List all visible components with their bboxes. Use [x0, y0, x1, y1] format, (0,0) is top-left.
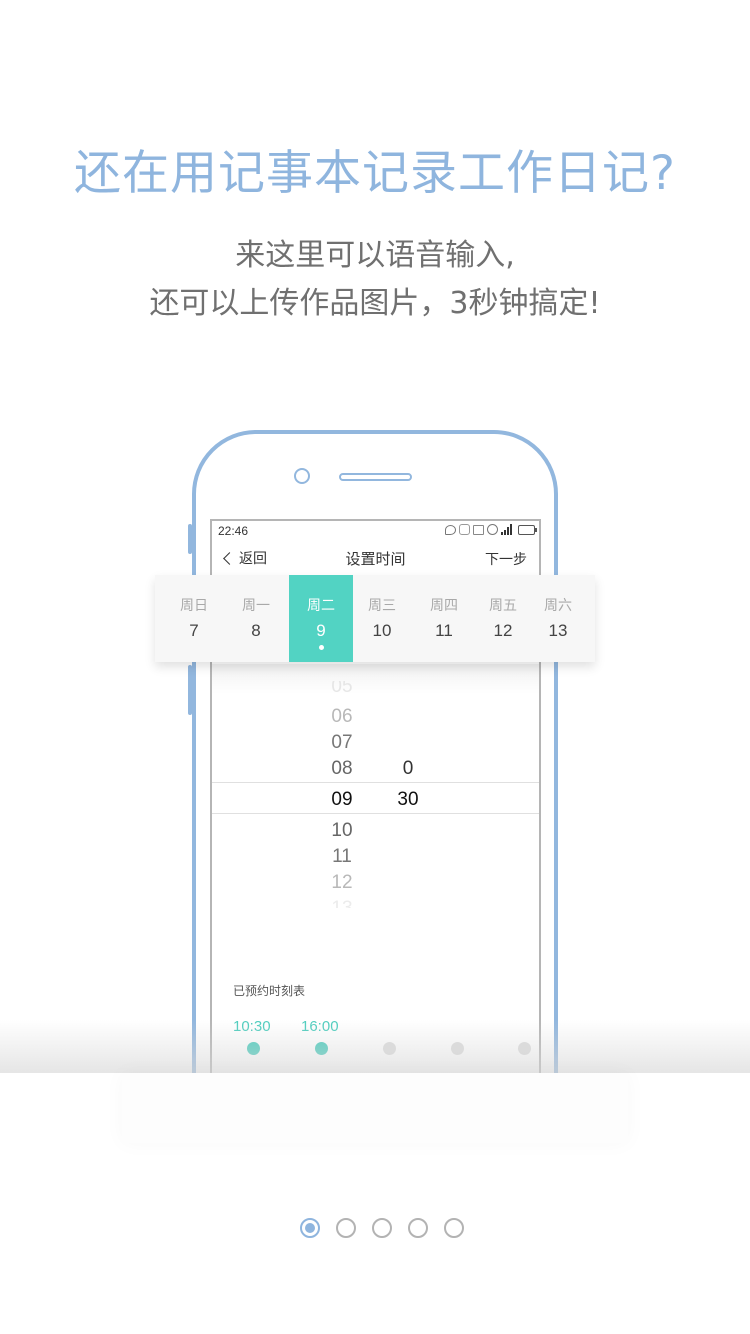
slot-time: 16:00 [301, 1018, 339, 1035]
slot-dot-empty[interactable] [382, 1042, 396, 1055]
slot-dot-booked[interactable] [246, 1042, 260, 1055]
hour-option[interactable]: 06 [312, 704, 372, 730]
page-dot-3[interactable] [372, 1218, 392, 1238]
selection-line-bottom [212, 813, 539, 814]
subtitle-line-1: 来这里可以语音输入, [235, 238, 515, 273]
page-indicator [300, 1218, 464, 1238]
bottom-cover [0, 1073, 750, 1203]
day-7[interactable]: 周日 7 [163, 575, 225, 662]
hour-option[interactable]: 13 [312, 896, 372, 908]
page-dot-2[interactable] [336, 1218, 356, 1238]
app-grid-icon [459, 524, 470, 535]
battery-icon [518, 524, 537, 535]
selected-day-dot [318, 645, 324, 650]
image-icon [473, 524, 484, 535]
date-label: 11 [435, 621, 453, 640]
date-label: 13 [548, 621, 568, 640]
day-11[interactable]: 周四 11 [413, 575, 475, 662]
weekday-label: 周六 [544, 598, 572, 614]
page-dot-1[interactable] [300, 1218, 320, 1238]
hour-option[interactable]: 12 [312, 870, 372, 896]
date-label: 7 [189, 621, 199, 640]
day-8[interactable]: 周一 8 [225, 575, 287, 662]
page-dot-4[interactable] [408, 1218, 428, 1238]
selected-minute[interactable]: 30 [378, 787, 438, 813]
date-label: 12 [493, 621, 513, 640]
weekday-label: 周日 [180, 598, 208, 614]
qq-icon [487, 524, 498, 535]
selection-line-top [212, 782, 539, 783]
hour-option[interactable]: 08 [312, 756, 372, 782]
day-9[interactable]: 周二 9 [289, 575, 353, 662]
selected-hour[interactable]: 09 [312, 787, 372, 813]
slot-dot-empty[interactable] [517, 1042, 531, 1055]
date-label: 9 [316, 621, 326, 640]
signal-icon [501, 524, 515, 535]
status-icons [445, 524, 537, 535]
weekday-label: 周四 [430, 598, 458, 614]
day-12[interactable]: 周五 12 [472, 575, 534, 662]
hour-option[interactable]: 05 [312, 681, 372, 693]
hour-option[interactable]: 07 [312, 730, 372, 756]
nav-bar: 返回 设置时间 下一步 [212, 543, 539, 575]
date-label: 10 [372, 621, 392, 640]
hour-option[interactable]: 11 [312, 844, 372, 870]
bottom-card [122, 1073, 628, 1143]
headline: 还在用记事本记录工作日记? [74, 146, 676, 201]
weekday-label: 周三 [368, 598, 396, 614]
date-label: 8 [251, 621, 261, 640]
schedule-label: 已预约时刻表 [233, 984, 306, 998]
slot-dot-booked[interactable] [314, 1042, 328, 1055]
weekday-label: 周一 [242, 598, 270, 614]
weekday-label: 周二 [307, 598, 335, 614]
picker-top-fade [212, 664, 539, 694]
day-13[interactable]: 周六 13 [527, 575, 589, 662]
next-step-button[interactable]: 下一步 [485, 549, 527, 569]
page-dot-5[interactable] [444, 1218, 464, 1238]
status-time: 22:46 [218, 524, 249, 538]
status-bar: 22:46 [212, 521, 539, 541]
phone-camera [294, 468, 310, 484]
day-10[interactable]: 周三 10 [351, 575, 413, 662]
hour-option[interactable]: 10 [312, 818, 372, 844]
week-selector: 周日 7 周一 8 周二 9 周三 10 周四 11 周五 12 周六 13 [155, 575, 595, 662]
weekday-label: 周五 [489, 598, 517, 614]
slot-dot-empty[interactable] [450, 1042, 464, 1055]
minute-option[interactable]: 0 [378, 756, 438, 782]
slot-time: 10:30 [233, 1018, 271, 1035]
subtitle-line-2: 还可以上传作品图片，3秒钟搞定! [149, 286, 601, 321]
phone-speaker [339, 473, 412, 481]
chat-bubble-icon [445, 524, 456, 535]
